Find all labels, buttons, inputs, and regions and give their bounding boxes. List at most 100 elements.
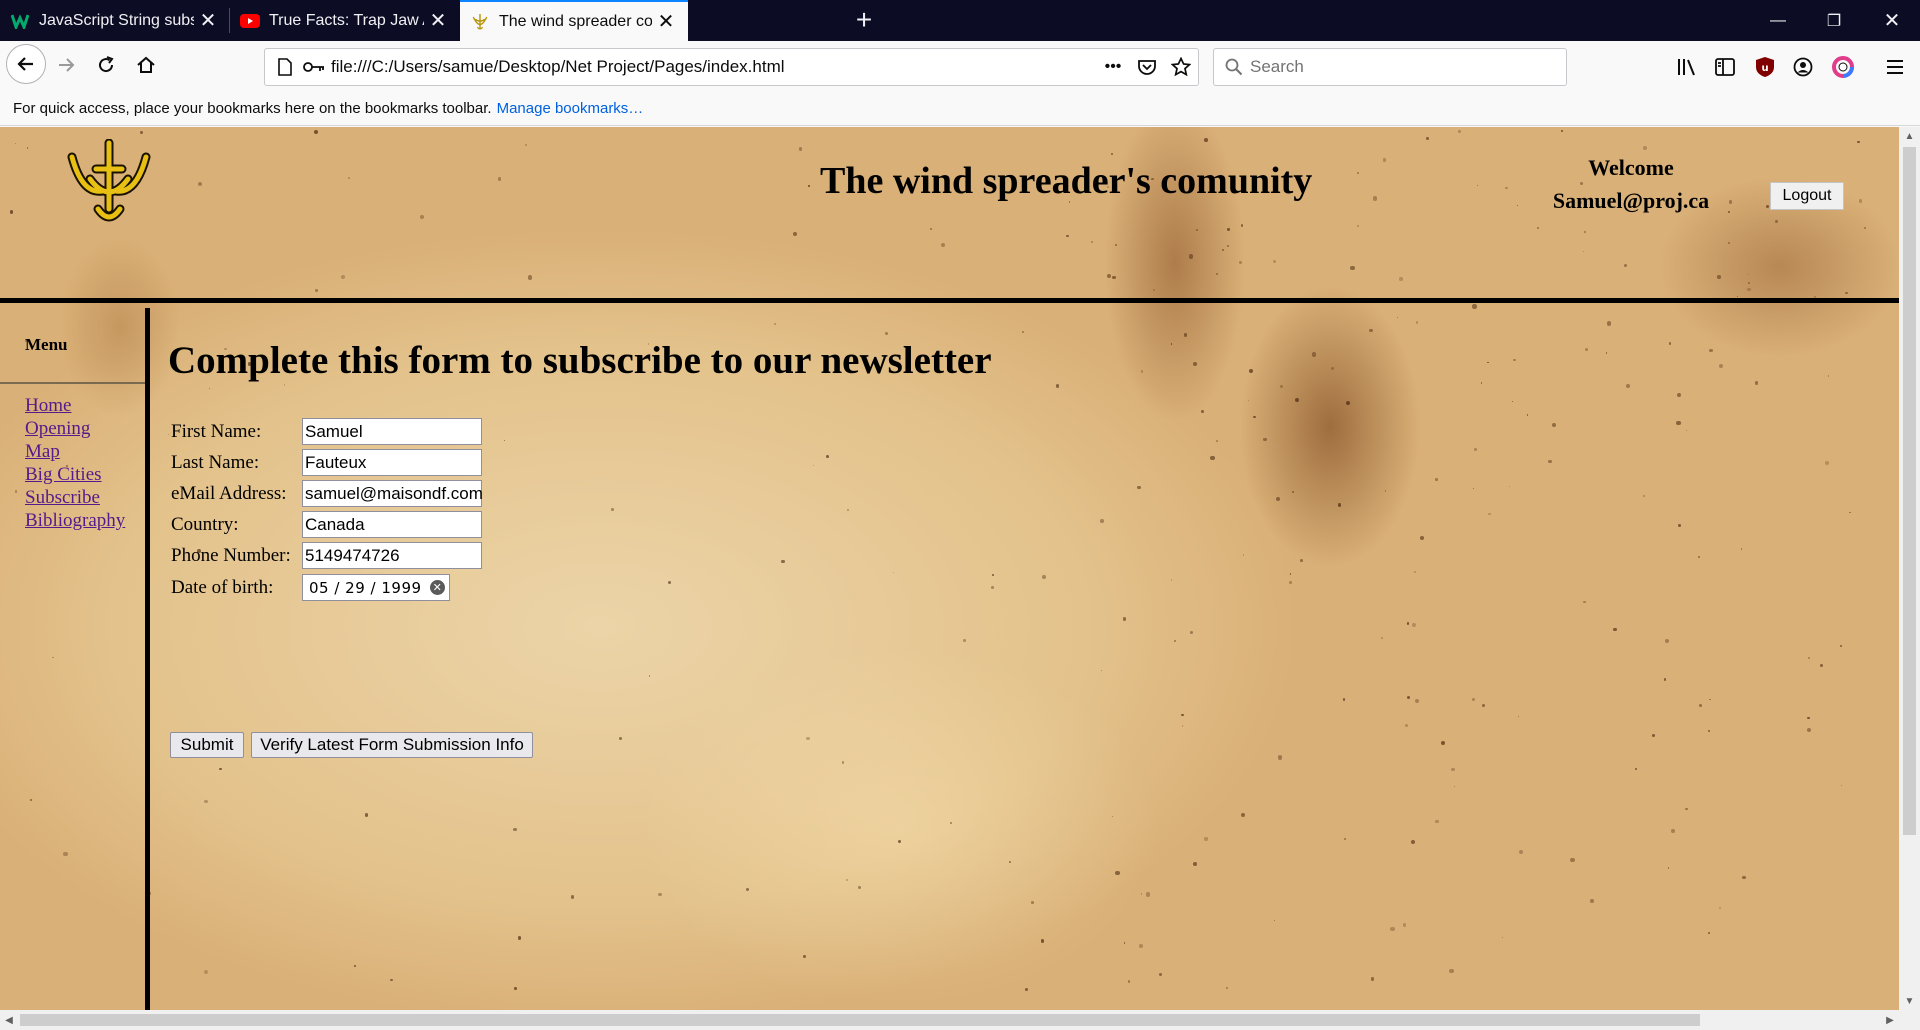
reload-button[interactable] [88, 47, 124, 83]
texture-speck [1248, 399, 1250, 402]
home-button[interactable] [128, 47, 164, 83]
restore-button[interactable]: ❐ [1806, 0, 1862, 41]
submit-button[interactable]: Submit [170, 732, 244, 758]
key-icon[interactable] [303, 57, 325, 77]
forward-arrow-icon [59, 58, 75, 72]
texture-speck [1740, 548, 1743, 550]
scrollbar-corner [1899, 1010, 1920, 1030]
close-window-button[interactable]: ✕ [1864, 0, 1920, 41]
welcome-text: Welcome [1588, 155, 1674, 180]
bookmarks-toolbar: For quick access, place your bookmarks h… [0, 92, 1920, 126]
site-logo-icon [67, 139, 151, 222]
texture-speck [1548, 459, 1552, 464]
country-input[interactable]: Canada [302, 511, 482, 538]
close-icon[interactable]: ✕ [424, 7, 452, 35]
scroll-right-icon[interactable]: ▶ [1881, 1010, 1899, 1030]
menu-link-opening[interactable]: Opening [25, 418, 90, 439]
texture-speck [1651, 734, 1655, 738]
address-bar[interactable]: file:///C:/Users/samue/Desktop/Net Proje… [264, 48, 1199, 86]
back-button[interactable] [6, 44, 46, 84]
tab-wind-spreader[interactable]: The wind spreader comunity ✕ [460, 0, 688, 41]
library-icon[interactable] [1670, 50, 1704, 84]
first-name-row: First Name: [171, 417, 299, 447]
vertical-scroll-thumb[interactable] [1903, 147, 1916, 835]
tab-title: JavaScript String substring() Me [39, 11, 194, 29]
texture-speck [1508, 485, 1511, 487]
menu-link-subscribe[interactable]: Subscribe [25, 487, 100, 508]
menu-link-bibliography[interactable]: Bibliography [25, 510, 125, 531]
scroll-down-icon[interactable]: ▼ [1899, 992, 1920, 1010]
texture-speck [1115, 870, 1120, 876]
texture-speck [1215, 440, 1218, 443]
welcome-box: Welcome Samuel@proj.ca [1540, 151, 1722, 217]
horizontal-scroll-thumb[interactable] [20, 1014, 1700, 1026]
clear-date-icon[interactable]: ✕ [430, 580, 445, 595]
texture-speck [390, 978, 393, 981]
texture-speck [1145, 892, 1151, 897]
manage-bookmarks-link[interactable]: Manage bookmarks… [497, 100, 644, 117]
color-extension-icon[interactable] [1826, 50, 1860, 84]
texture-speck [1406, 696, 1410, 700]
dob-value[interactable]: 05 / 29 / 1999 [309, 579, 422, 597]
minimize-button[interactable]: — [1750, 0, 1806, 41]
texture-speck [204, 970, 209, 975]
texture-speck [354, 965, 356, 967]
close-icon[interactable]: ✕ [194, 7, 222, 35]
texture-speck [1487, 512, 1491, 516]
page-icon[interactable] [275, 57, 295, 77]
search-bar[interactable] [1213, 48, 1567, 86]
forward-button[interactable] [48, 47, 84, 83]
texture-speck [1828, 375, 1830, 377]
verify-submission-button[interactable]: Verify Latest Form Submission Info [251, 732, 533, 758]
texture-speck [1474, 448, 1478, 452]
dob-label: Date of birth: [171, 577, 274, 598]
url-text[interactable]: file:///C:/Users/samue/Desktop/Net Proje… [331, 57, 1096, 77]
tab-title: The wind spreader comunity [499, 12, 652, 30]
page-viewport: The wind spreader's comunity Welcome Sam… [0, 127, 1899, 1010]
texture-speck [1008, 860, 1011, 863]
email-input[interactable]: samuel@maisondf.com [302, 480, 483, 507]
ublock-icon[interactable]: u [1748, 50, 1782, 84]
date-of-birth-input[interactable]: 05 / 29 / 1999 ✕ [302, 574, 450, 601]
vertical-scrollbar[interactable]: ▲ ▼ [1899, 127, 1920, 1010]
texture-speck [1643, 495, 1646, 498]
email-row: eMail Address: [171, 479, 299, 509]
texture-speck [1676, 420, 1681, 426]
texture-speck [1440, 740, 1445, 745]
texture-speck [208, 388, 210, 390]
close-icon[interactable]: ✕ [652, 8, 680, 36]
texture-speck [1024, 988, 1028, 992]
phone-input[interactable]: 5149474726 [302, 542, 482, 569]
search-input[interactable] [1250, 57, 1550, 77]
bookmark-star-icon[interactable] [1164, 50, 1198, 84]
texture-speck [1193, 862, 1197, 867]
menu-link-home[interactable]: Home [25, 395, 71, 416]
texture-speck [841, 761, 844, 764]
menu-link-map[interactable]: Map [25, 441, 60, 462]
logout-button[interactable]: Logout [1770, 182, 1844, 210]
texture-speck [1472, 304, 1477, 309]
texture-speck [1384, 490, 1387, 492]
texture-speck [1481, 703, 1485, 707]
account-icon[interactable] [1786, 50, 1820, 84]
hamburger-menu-icon[interactable] [1878, 50, 1912, 84]
scroll-left-icon[interactable]: ◀ [0, 1010, 18, 1030]
texture-speck [1625, 384, 1630, 389]
texture-speck [813, 464, 815, 466]
menu-link-big-cities[interactable]: Big Cities [25, 464, 102, 485]
last-name-input[interactable]: Fauteux [302, 449, 482, 476]
page-actions-icon[interactable]: ••• [1096, 50, 1130, 84]
new-tab-button[interactable]: + [848, 4, 880, 36]
tab-youtube[interactable]: True Facts: Trap Jaw Ants - YouT ✕ [230, 0, 460, 41]
scroll-up-icon[interactable]: ▲ [1899, 127, 1920, 145]
dob-row: Date of birth: [171, 573, 299, 603]
pocket-icon[interactable] [1130, 50, 1164, 84]
youtube-icon [240, 11, 260, 31]
sidebar-toggle-icon[interactable] [1708, 50, 1742, 84]
texture-speck [1613, 627, 1617, 632]
horizontal-scrollbar[interactable]: ◀ ▶ [0, 1010, 1899, 1030]
first-name-input[interactable]: Samuel [302, 418, 482, 445]
texture-speck [1342, 698, 1346, 701]
texture-speck [892, 572, 894, 574]
tab-w3schools[interactable]: JavaScript String substring() Me ✕ [0, 0, 230, 41]
